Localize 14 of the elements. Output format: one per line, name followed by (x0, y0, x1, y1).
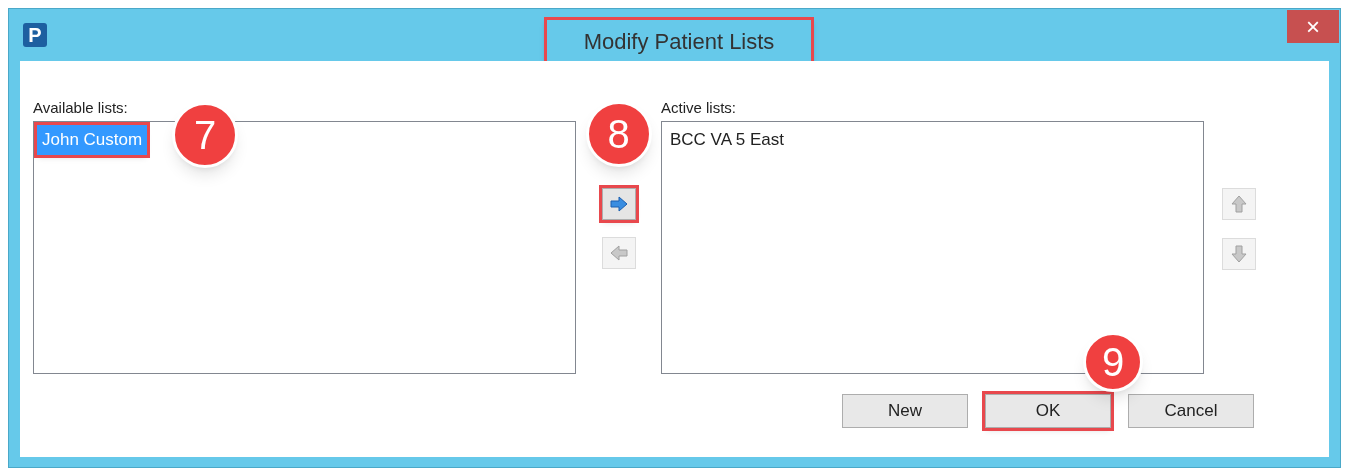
dialog-button[interactable]: New (842, 394, 968, 428)
arrow-icon (1230, 195, 1247, 213)
list-label: Available lists: (33, 98, 129, 118)
step-number-badge: 7 (172, 102, 238, 168)
dialog-button[interactable]: OK (985, 394, 1111, 428)
app-icon: P (23, 23, 47, 47)
list-label: Active lists: (661, 98, 737, 118)
arrow-icon (609, 245, 628, 261)
close-button[interactable]: × (1287, 10, 1339, 43)
arrow-icon (1230, 245, 1247, 263)
list-item[interactable]: BCC VA 5 East (665, 125, 789, 155)
arrow-icon (609, 196, 628, 212)
move-button[interactable] (601, 188, 636, 220)
dialog-button[interactable]: Cancel (1128, 394, 1254, 428)
